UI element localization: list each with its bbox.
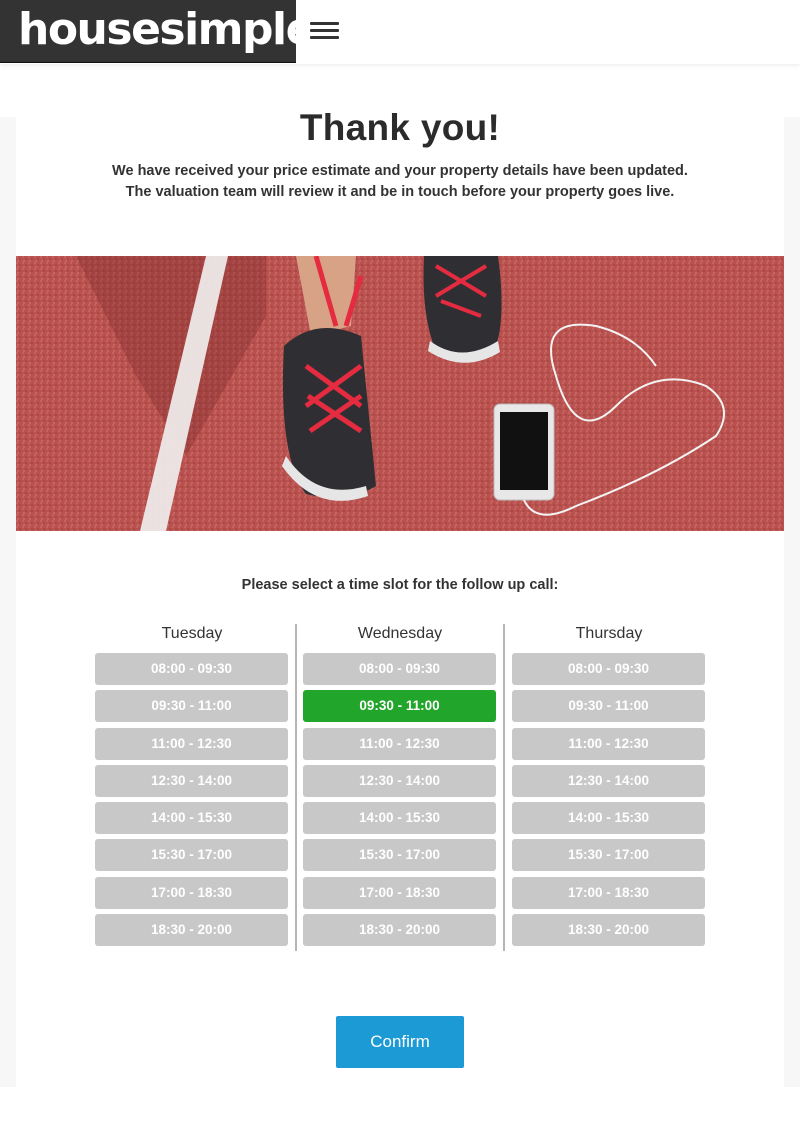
page-title: Thank you! — [299, 107, 501, 148]
time-slot-button[interactable]: 14:00 - 15:30 — [512, 802, 705, 835]
day-heading: Thursday — [575, 625, 643, 642]
site-header: housesimple — [0, 0, 800, 64]
time-slot-button[interactable]: 17:00 - 18:30 — [303, 876, 496, 909]
time-slot-button[interactable]: 15:30 - 17:00 — [512, 839, 705, 872]
time-slot-button[interactable]: 18:30 - 20:00 — [512, 914, 705, 947]
time-slot-button[interactable]: 08:00 - 09:30 — [95, 653, 288, 685]
time-slot-button[interactable]: 09:30 - 11:00 — [95, 690, 288, 723]
time-slot-button[interactable]: 12:30 - 14:00 — [95, 764, 288, 797]
logo[interactable]: housesimple — [0, 0, 315, 63]
logo-text: housesimple — [18, 4, 315, 55]
time-slot-button[interactable]: 14:00 - 15:30 — [95, 802, 288, 835]
day-column-wednesday: Wednesday 08:00 - 09:30 09:30 - 11:00 11:0… — [303, 620, 497, 947]
time-slot-button[interactable]: 18:30 - 20:00 — [303, 914, 496, 947]
hero-image — [16, 256, 784, 531]
time-slot-button[interactable]: 17:00 - 18:30 — [95, 876, 288, 909]
time-slot-button[interactable]: 08:00 - 09:30 — [512, 653, 705, 685]
column-divider — [295, 624, 297, 951]
day-heading: Wednesday — [357, 625, 443, 642]
time-slot-button[interactable]: 15:30 - 17:00 — [303, 839, 496, 872]
confirm-button[interactable]: Confirm — [336, 1016, 464, 1068]
time-slot-button[interactable]: 15:30 - 17:00 — [95, 839, 288, 872]
time-slot-button[interactable]: 12:30 - 14:00 — [303, 764, 496, 797]
time-slot-button[interactable]: 09:30 - 11:00 — [303, 690, 496, 723]
time-slot-button[interactable]: 08:00 - 09:30 — [303, 653, 496, 685]
day-heading: Tuesday — [161, 625, 223, 642]
confirmation-message-line1: We have received your price estimate and… — [112, 163, 688, 179]
day-column-thursday: Thursday 08:00 - 09:30 09:30 - 11:00 11:00… — [512, 620, 706, 947]
confirmation-message-line2: The valuation team will review it and be… — [125, 184, 675, 200]
time-slot-button[interactable]: 11:00 - 12:30 — [512, 727, 705, 760]
time-slot-prompt: Please select a time slot for the follow… — [241, 577, 559, 593]
time-slot-button[interactable]: 11:00 - 12:30 — [95, 727, 288, 760]
time-slot-button[interactable]: 18:30 - 20:00 — [95, 914, 288, 947]
time-slot-button[interactable]: 17:00 - 18:30 — [512, 876, 705, 909]
time-slot-button[interactable]: 09:30 - 11:00 — [512, 690, 705, 723]
time-slot-button[interactable]: 11:00 - 12:30 — [303, 727, 496, 760]
time-slot-button[interactable]: 12:30 - 14:00 — [512, 764, 705, 797]
hamburger-menu-icon[interactable] — [308, 18, 342, 44]
column-divider — [503, 624, 505, 951]
time-slot-button[interactable]: 14:00 - 15:30 — [303, 802, 496, 835]
day-column-tuesday: Tuesday 08:00 - 09:30 09:30 - 11:00 11:00 … — [95, 620, 289, 947]
